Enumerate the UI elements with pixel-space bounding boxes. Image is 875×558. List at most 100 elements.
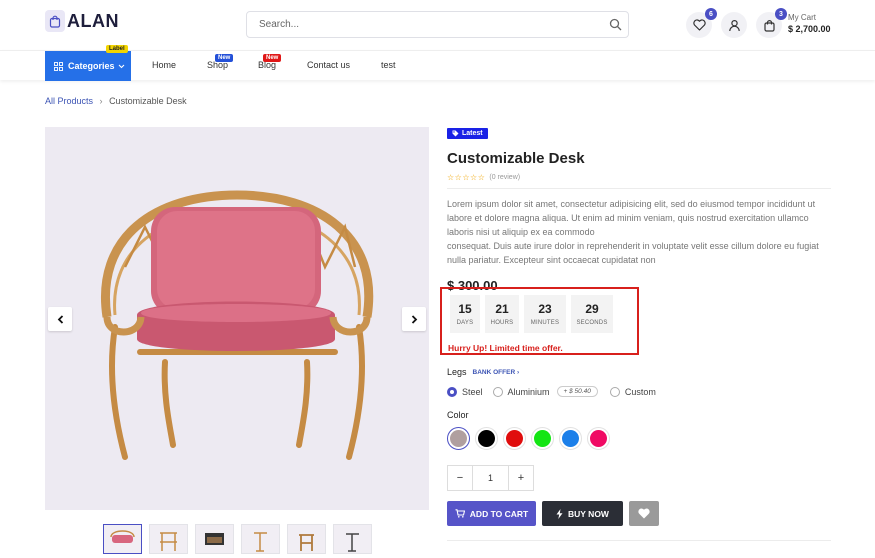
bank-offer-link[interactable]: BANK OFFER › xyxy=(473,369,520,376)
countdown-hours-value: 21 xyxy=(495,302,509,316)
radio-button[interactable] xyxy=(609,386,620,397)
star-rating-icon: ☆☆☆☆☆ xyxy=(447,173,486,182)
heart-icon xyxy=(638,508,650,519)
nav-test[interactable]: test xyxy=(381,60,396,70)
bank-offer-label: BANK OFFER xyxy=(472,368,516,376)
product-title: Customizable Desk xyxy=(447,150,585,167)
divider xyxy=(447,540,831,541)
color-swatch[interactable] xyxy=(559,427,582,450)
latest-badge-label: Latest xyxy=(462,130,483,137)
thumbnail[interactable] xyxy=(103,524,142,554)
breadcrumb-current: Customizable Desk xyxy=(109,96,187,106)
shopping-bag-icon xyxy=(45,10,65,32)
logo-text: ALAN xyxy=(67,10,119,31)
add-to-wishlist-button[interactable] xyxy=(629,501,659,526)
divider xyxy=(447,188,831,189)
latest-badge: Latest xyxy=(447,128,488,139)
legs-option-label: Custom xyxy=(624,386,656,397)
limited-offer-text: Hurry Up! Limited time offer. xyxy=(448,343,563,353)
product-image-gallery xyxy=(45,127,429,510)
nav-blog[interactable]: Blog New xyxy=(258,54,282,70)
cart-bag-icon xyxy=(763,19,775,32)
countdown-timer: 15 DAYS 21 HOURS 23 MINUTES 29 SECONDS H… xyxy=(440,287,639,355)
countdown-days-label: DAYS xyxy=(456,320,474,326)
cart-summary[interactable]: My Cart $ 2,700.00 xyxy=(788,13,831,34)
chevron-right-icon xyxy=(411,314,417,324)
thumbnail[interactable] xyxy=(195,524,234,554)
nav-contact-us[interactable]: Contact us xyxy=(307,60,350,70)
extra-price-value: $ 50.40 xyxy=(569,388,591,395)
thumbnail[interactable] xyxy=(287,524,326,554)
legs-option-custom[interactable]: Custom xyxy=(609,386,656,397)
categories-label: Categories xyxy=(68,61,115,71)
add-to-cart-label: ADD TO CART xyxy=(469,508,529,519)
extra-price-badge: + $ 50.40 xyxy=(556,386,598,397)
search-input[interactable] xyxy=(247,12,587,37)
legs-option-label: Aluminium xyxy=(507,386,550,397)
quantity-increase-button[interactable]: + xyxy=(509,466,533,490)
categories-tag: Label xyxy=(106,45,128,53)
countdown-seconds-value: 29 xyxy=(585,302,599,316)
legs-option-aluminium[interactable]: Aluminium xyxy=(492,386,550,397)
tag-icon xyxy=(452,130,459,137)
product-info: Latest Customizable Desk ☆☆☆☆☆ (0 review… xyxy=(447,124,831,293)
cart-button[interactable]: 3 xyxy=(756,8,787,38)
search-bar xyxy=(246,11,629,38)
radio-button[interactable] xyxy=(492,386,503,397)
legs-label: Legs xyxy=(447,367,467,377)
color-swatch[interactable] xyxy=(587,427,610,450)
quantity-decrease-button[interactable]: − xyxy=(448,466,472,490)
countdown-hours-label: HOURS xyxy=(490,320,514,326)
nav-home[interactable]: Home xyxy=(152,60,176,70)
thumbnail-strip xyxy=(103,524,372,554)
gallery-prev-button[interactable] xyxy=(48,307,72,331)
breadcrumb: All Products › Customizable Desk xyxy=(45,96,187,106)
user-icon xyxy=(728,19,740,31)
countdown-days: 15 DAYS xyxy=(450,295,480,333)
nav-blog-new-tag: New xyxy=(263,54,282,62)
thumbnail[interactable] xyxy=(241,524,280,554)
logo[interactable]: ALAN xyxy=(45,10,119,32)
grid-icon xyxy=(54,61,63,71)
chevron-down-icon xyxy=(118,64,124,68)
cart-label: My Cart xyxy=(788,13,816,22)
cart-total: $ 2,700.00 xyxy=(788,24,831,34)
legs-option-steel[interactable]: Steel xyxy=(447,386,483,397)
search-icon[interactable] xyxy=(609,18,622,36)
color-swatch[interactable] xyxy=(503,427,526,450)
countdown-minutes-label: MINUTES xyxy=(530,320,560,326)
legs-option-label: Steel xyxy=(462,386,483,397)
cart-icon xyxy=(455,509,465,518)
header: ALAN 6 3 My Cart $ 2,700.00 xyxy=(0,0,875,50)
quantity-input[interactable]: 1 xyxy=(472,466,509,490)
breadcrumb-separator-icon: › xyxy=(99,96,103,106)
heart-icon xyxy=(692,19,706,31)
legs-attribute: Legs BANK OFFER › xyxy=(447,367,519,377)
wishlist-button[interactable]: 6 xyxy=(686,8,717,38)
legs-options: Steel Aluminium + $ 50.40 Custom xyxy=(447,386,666,397)
add-to-cart-button[interactable]: ADD TO CART xyxy=(447,501,536,526)
color-swatch[interactable] xyxy=(475,427,498,450)
color-swatch[interactable] xyxy=(531,427,554,450)
review-count: (0 review) xyxy=(489,174,521,181)
countdown-seconds-label: SECONDS xyxy=(576,320,608,326)
color-swatches xyxy=(447,427,610,450)
thumbnail[interactable] xyxy=(149,524,188,554)
breadcrumb-all-products[interactable]: All Products xyxy=(45,96,93,106)
nav-shop[interactable]: Shop New xyxy=(207,54,234,70)
categories-button[interactable]: Categories Label xyxy=(45,45,131,81)
color-label: Color xyxy=(447,410,469,420)
account-button[interactable] xyxy=(721,12,747,38)
countdown-days-value: 15 xyxy=(458,302,472,316)
buy-now-button[interactable]: BUY NOW xyxy=(542,501,623,526)
main-nav: Categories Label Home Shop New Blog New … xyxy=(0,45,875,81)
radio-button[interactable] xyxy=(447,386,457,397)
countdown-hours: 21 HOURS xyxy=(485,295,519,333)
thumbnail[interactable] xyxy=(333,524,372,554)
product-rating[interactable]: ☆☆☆☆☆ (0 review) xyxy=(447,173,831,182)
buy-now-label: BUY NOW xyxy=(568,508,609,519)
nav-shop-new-tag: New xyxy=(215,54,234,62)
wishlist-count-badge: 6 xyxy=(705,8,717,20)
color-swatch[interactable] xyxy=(447,427,470,450)
gallery-next-button[interactable] xyxy=(402,307,426,331)
